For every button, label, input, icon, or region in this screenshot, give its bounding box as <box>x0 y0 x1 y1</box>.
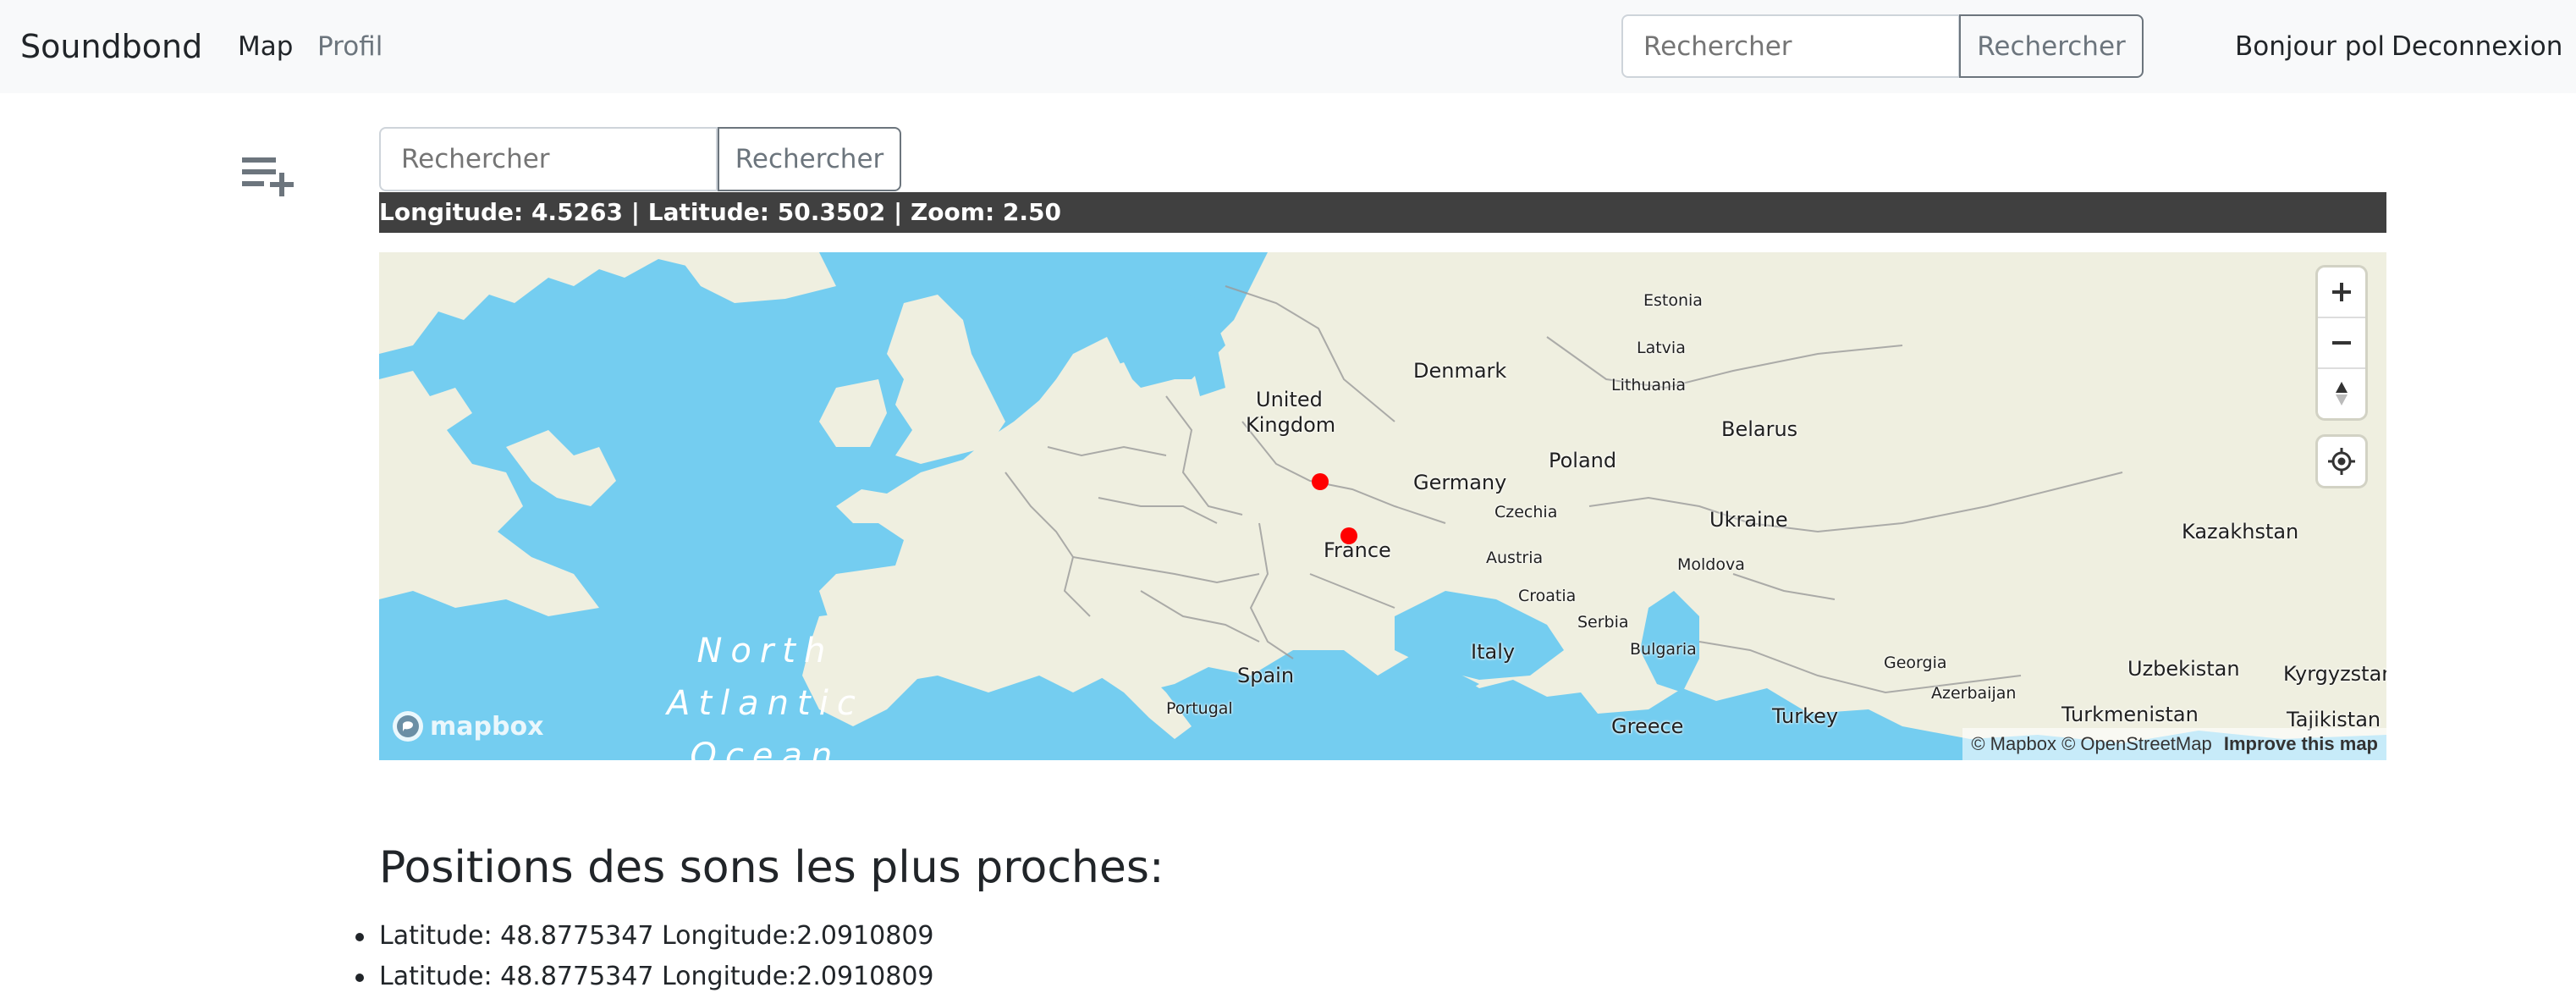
nav-link-profil[interactable]: Profil <box>317 29 383 64</box>
country-label-turkey: Turkey <box>1772 704 1839 728</box>
country-label-united-kingdom-line2: Kingdom <box>1246 413 1336 437</box>
country-label-latvia: Latvia <box>1637 339 1686 357</box>
playlist-add-icon[interactable] <box>239 151 296 198</box>
map-coordinates-bar: Longitude: 4.5263 | Latitude: 50.3502 | … <box>379 192 2386 233</box>
sound-marker[interactable] <box>1340 527 1357 544</box>
attribution-mapbox-link[interactable]: © Mapbox <box>1971 733 2056 754</box>
user-greeting: Bonjour pol <box>2235 31 2385 62</box>
geolocate-button[interactable] <box>2318 437 2365 486</box>
compass-button[interactable] <box>2318 367 2365 418</box>
mapbox-logo-text: mapbox <box>430 711 544 742</box>
country-label-austria: Austria <box>1486 549 1544 567</box>
map-view[interactable]: North Atlantic Ocean Estonia Latvia Lith… <box>379 252 2386 760</box>
country-label-united-kingdom-line1: United <box>1256 388 1323 411</box>
country-label-croatia: Croatia <box>1518 587 1577 605</box>
zoom-out-button[interactable] <box>2318 317 2365 367</box>
list-item: Latitude: 48.8775347 Longitude:2.0910809 <box>355 957 934 997</box>
minus-icon <box>2332 341 2351 345</box>
country-label-poland: Poland <box>1549 449 1617 472</box>
country-label-serbia: Serbia <box>1577 613 1629 632</box>
map-search-button[interactable]: Rechercher <box>718 127 901 191</box>
mapbox-logo-icon <box>393 711 423 742</box>
attribution-osm-link[interactable]: © OpenStreetMap <box>2061 733 2212 754</box>
logout-link[interactable]: Deconnexion <box>2392 29 2562 64</box>
ocean-label: North Atlantic Ocean <box>667 632 864 760</box>
navbar: Soundbond Map Profil Rechercher Bonjour … <box>0 0 2576 93</box>
mapbox-logo[interactable]: mapbox <box>391 709 543 743</box>
country-label-turkmenistan: Turkmenistan <box>2061 703 2199 726</box>
sound-marker[interactable] <box>1312 473 1329 490</box>
list-item: Latitude: 48.8775347 Longitude:2.0910809 <box>355 916 934 957</box>
country-label-greece: Greece <box>1611 714 1684 738</box>
map-attribution: © Mapbox © OpenStreetMap Improve this ma… <box>1962 728 2386 760</box>
country-label-lithuania: Lithuania <box>1611 376 1687 394</box>
locate-icon <box>2328 448 2355 475</box>
geolocate-control <box>2318 437 2365 486</box>
navbar-search-button[interactable]: Rechercher <box>1959 14 2144 78</box>
country-label-moldova: Moldova <box>1677 555 1745 574</box>
country-label-italy: Italy <box>1471 640 1516 664</box>
navbar-search-input[interactable] <box>1621 14 1960 78</box>
country-label-bulgaria: Bulgaria <box>1630 640 1697 659</box>
country-label-uzbekistan: Uzbekistan <box>2127 657 2240 681</box>
compass-icon <box>2336 382 2348 405</box>
country-label-ukraine: Ukraine <box>1709 508 1788 532</box>
country-label-azerbaijan: Azerbaijan <box>1931 684 2017 703</box>
country-label-belarus: Belarus <box>1721 417 1798 441</box>
country-label-germany: Germany <box>1413 471 1507 494</box>
plus-icon <box>2332 283 2351 301</box>
country-label-kyrgyzstan: Kyrgyzstan <box>2283 662 2386 686</box>
country-label-kazakhstan: Kazakhstan <box>2182 520 2299 543</box>
zoom-in-button[interactable] <box>2318 268 2365 317</box>
country-label-france: France <box>1324 538 1391 562</box>
improve-map-link[interactable]: Improve this map <box>2224 733 2378 754</box>
country-label-georgia: Georgia <box>1884 654 1947 672</box>
nearest-positions-title: Positions des sons les plus proches: <box>379 842 1164 893</box>
country-label-spain: Spain <box>1237 664 1295 687</box>
country-label-czechia: Czechia <box>1494 503 1558 521</box>
zoom-controls <box>2318 268 2365 418</box>
country-label-estonia: Estonia <box>1643 291 1703 310</box>
country-label-portugal: Portugal <box>1166 699 1233 718</box>
brand-logo[interactable]: Soundbond <box>20 25 202 68</box>
country-label-denmark: Denmark <box>1413 359 1507 383</box>
map-search-input[interactable] <box>379 127 718 191</box>
nearest-positions-list: Latitude: 48.8775347 Longitude:2.0910809… <box>355 916 934 997</box>
nav-link-map[interactable]: Map <box>238 29 293 64</box>
